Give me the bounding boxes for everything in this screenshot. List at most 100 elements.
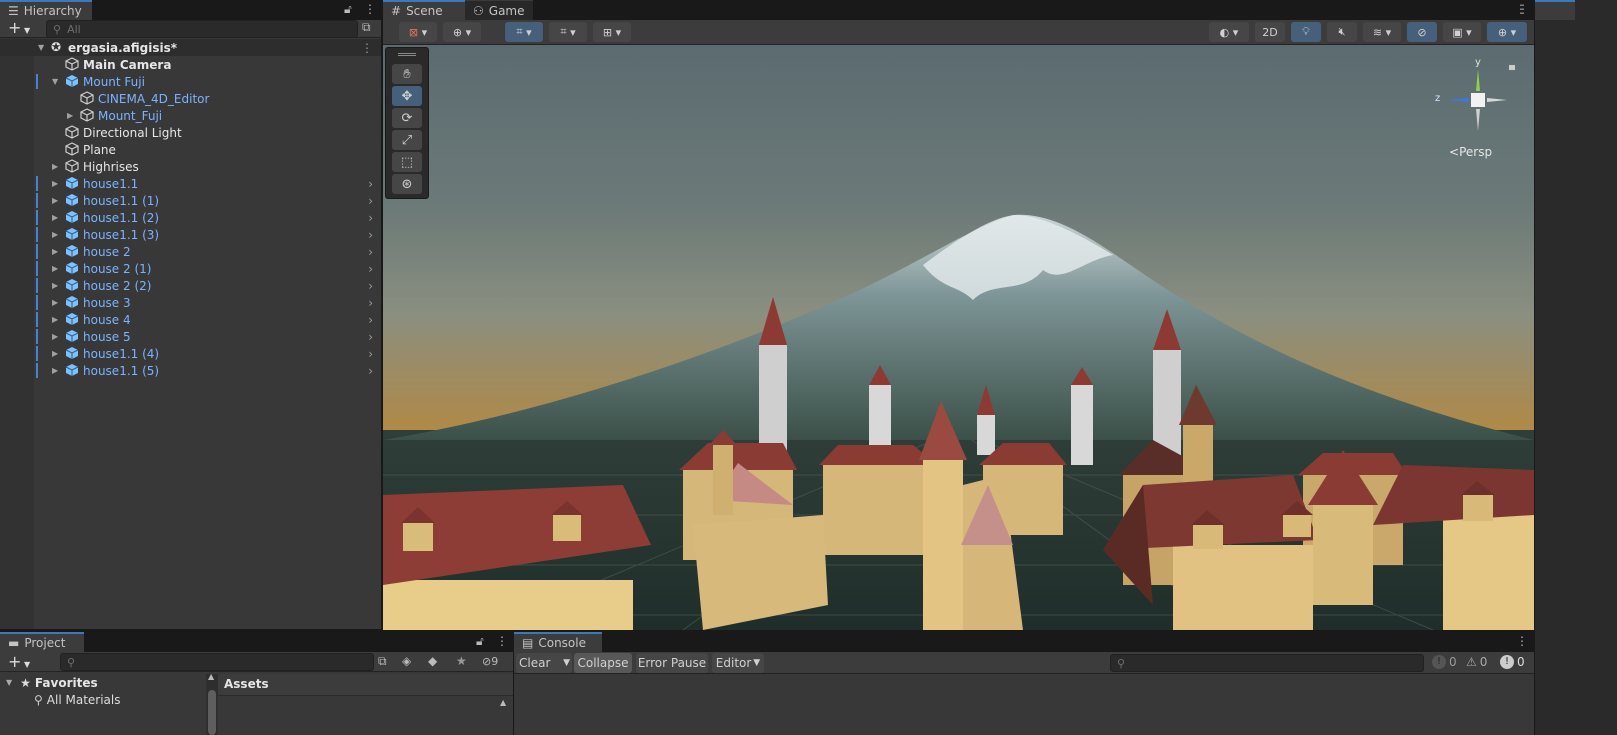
chevron-right-icon[interactable]: ›: [368, 279, 373, 293]
hierarchy-item[interactable]: ▶ Mount_Fuji: [0, 107, 381, 124]
fold-closed-icon[interactable]: ▶: [52, 179, 58, 188]
hidden-objects-button[interactable]: ⊘: [1407, 22, 1437, 42]
kebab-menu-icon[interactable]: ⋮: [496, 634, 508, 648]
project-add-button[interactable]: + ▼: [8, 652, 30, 671]
hierarchy-item[interactable]: ▶ house1.1 ›: [0, 175, 381, 192]
chevron-right-icon[interactable]: ›: [368, 347, 373, 361]
scroll-up-icon[interactable]: ▲: [208, 672, 214, 681]
rotate-tool-button[interactable]: ⟳: [392, 108, 422, 128]
tab-project[interactable]: ▬ Project: [0, 632, 84, 652]
fold-closed-icon[interactable]: ▶: [52, 315, 58, 324]
toggle-2d-button[interactable]: 2D: [1255, 22, 1285, 42]
scene-root-row[interactable]: ▼ ✪ ergasia.afigisis* ⋮: [0, 39, 381, 56]
console-search-input[interactable]: ⚲: [1110, 654, 1424, 672]
hierarchy-item[interactable]: ▶ house 2 (1) ›: [0, 260, 381, 277]
hierarchy-item[interactable]: ▶ house1.1 (2) ›: [0, 209, 381, 226]
chevron-down-icon[interactable]: ▼: [563, 658, 570, 668]
align-button[interactable]: ⊞ ▾: [593, 22, 631, 42]
hierarchy-item[interactable]: ▶ house1.1 (3) ›: [0, 226, 381, 243]
hierarchy-item[interactable]: ▶ house1.1 (5) ›: [0, 362, 381, 379]
fold-closed-icon[interactable]: ▶: [52, 230, 58, 239]
hierarchy-search-input[interactable]: ⚲ All: [46, 20, 358, 38]
scroll-thumb[interactable]: [208, 690, 216, 735]
fold-closed-icon[interactable]: ▶: [52, 162, 58, 171]
hand-tool-button[interactable]: ✋︎: [392, 64, 422, 84]
favorites-row[interactable]: ▼ ★ Favorites: [0, 674, 205, 691]
rect-tool-button[interactable]: ⬚: [392, 152, 422, 172]
all-materials-row[interactable]: ⚲ All Materials: [0, 691, 205, 708]
chevron-right-icon[interactable]: ›: [368, 245, 373, 259]
hierarchy-item[interactable]: Plane: [0, 141, 381, 158]
hierarchy-item[interactable]: ▶ house1.1 (4) ›: [0, 345, 381, 362]
fold-closed-icon[interactable]: ▶: [52, 264, 58, 273]
kebab-menu-icon[interactable]: ⋮: [1516, 634, 1528, 648]
fold-closed-icon[interactable]: ▶: [52, 332, 58, 341]
shading-mode-button[interactable]: ◐ ▾: [1209, 22, 1249, 42]
tab-console[interactable]: ▤ Console: [514, 632, 602, 652]
lock-icon[interactable]: 🔓︎: [344, 2, 352, 17]
hierarchy-item[interactable]: ▶ Highrises: [0, 158, 381, 175]
kebab-menu-icon[interactable]: ⋮: [361, 41, 373, 55]
hierarchy-item[interactable]: ▶ house 2 (2) ›: [0, 277, 381, 294]
fold-open-icon[interactable]: ▼: [52, 77, 58, 86]
orientation-gizmo[interactable]: y z <Persp: [1433, 55, 1523, 159]
fold-closed-icon[interactable]: ▶: [67, 111, 73, 120]
chevron-right-icon[interactable]: ›: [368, 177, 373, 191]
collapse-button[interactable]: Collapse: [574, 653, 632, 673]
hierarchy-item[interactable]: ▶ house 2 ›: [0, 243, 381, 260]
search-by-type-icon[interactable]: ⧉: [378, 654, 387, 669]
fold-closed-icon[interactable]: ▶: [52, 213, 58, 222]
clear-button[interactable]: Clear ▼: [516, 653, 572, 673]
fold-closed-icon[interactable]: ▶: [52, 366, 58, 375]
search-scene-icon[interactable]: ⧉: [362, 20, 371, 35]
filter-by-label-icon[interactable]: ◆: [428, 654, 437, 668]
scroll-up-icon[interactable]: ▲: [500, 698, 506, 707]
fold-closed-icon[interactable]: ▶: [52, 281, 58, 290]
fold-closed-icon[interactable]: ▶: [52, 298, 58, 307]
fold-closed-icon[interactable]: ▶: [52, 247, 58, 256]
project-search-input[interactable]: ⚲: [60, 653, 374, 671]
inspector-tab-stub[interactable]: [1535, 0, 1575, 20]
palette-handle[interactable]: [398, 53, 416, 56]
editor-dropdown[interactable]: Editor ▼: [712, 653, 764, 673]
hidden-packages-toggle[interactable]: ⊘9: [482, 655, 498, 668]
info-count-toggle[interactable]: ! 0: [1432, 655, 1457, 669]
increment-snap-button[interactable]: ⌗ ▾: [549, 22, 587, 42]
kebab-menu-icon[interactable]: ⋮: [364, 2, 376, 16]
tab-game[interactable]: ⚇ Game: [465, 0, 533, 20]
kebab-menu-icon[interactable]: ⋮: [1517, 2, 1529, 16]
chevron-right-icon[interactable]: ›: [368, 364, 373, 378]
hierarchy-item[interactable]: Main Camera: [0, 56, 381, 73]
error-pause-button[interactable]: Error Pause: [636, 653, 708, 673]
star-icon[interactable]: ★: [456, 654, 467, 668]
camera-settings-button[interactable]: ▣ ▾: [1443, 22, 1481, 42]
effects-button[interactable]: ≋ ▾: [1363, 22, 1401, 42]
transform-tool-button[interactable]: ⊛: [392, 174, 422, 194]
hierarchy-item[interactable]: Directional Light: [0, 124, 381, 141]
fold-open-icon[interactable]: ▼: [38, 43, 44, 52]
hierarchy-item[interactable]: ▶ house 3 ›: [0, 294, 381, 311]
hierarchy-item[interactable]: ▼ Mount Fuji: [0, 73, 381, 90]
hierarchy-item[interactable]: ▶ house1.1 (1) ›: [0, 192, 381, 209]
error-count-toggle[interactable]: ! 0: [1500, 655, 1525, 669]
filter-by-type-icon[interactable]: ◈: [402, 654, 411, 668]
hierarchy-item[interactable]: ▶ house 4 ›: [0, 311, 381, 328]
project-tree-scrollbar[interactable]: ▲: [206, 672, 218, 735]
chevron-right-icon[interactable]: ›: [368, 313, 373, 327]
scene-visibility-button[interactable]: ⊕ ▾: [443, 22, 481, 42]
chevron-right-icon[interactable]: ›: [368, 228, 373, 242]
add-button[interactable]: + ▼: [8, 18, 30, 37]
scene-viewport[interactable]: ✋︎ ✥ ⟳ ⤢ ⬚ ⊛ y z <Persp: [383, 45, 1534, 630]
fold-closed-icon[interactable]: ▶: [52, 196, 58, 205]
audio-toggle-button[interactable]: 🔇︎: [1327, 22, 1357, 42]
tab-scene[interactable]: # Scene: [383, 0, 465, 20]
chevron-right-icon[interactable]: ›: [368, 296, 373, 310]
fold-closed-icon[interactable]: ▶: [52, 349, 58, 358]
move-tool-button[interactable]: ✥: [392, 86, 422, 106]
chevron-right-icon[interactable]: ›: [368, 330, 373, 344]
draw-mode-button[interactable]: ⊠ ▾: [399, 22, 437, 42]
warning-count-toggle[interactable]: ⚠ 0: [1466, 655, 1487, 669]
projection-label[interactable]: <Persp: [1449, 145, 1492, 159]
hierarchy-item[interactable]: ▶ house 5 ›: [0, 328, 381, 345]
grid-snap-button[interactable]: ⌗ ▾: [505, 22, 543, 42]
